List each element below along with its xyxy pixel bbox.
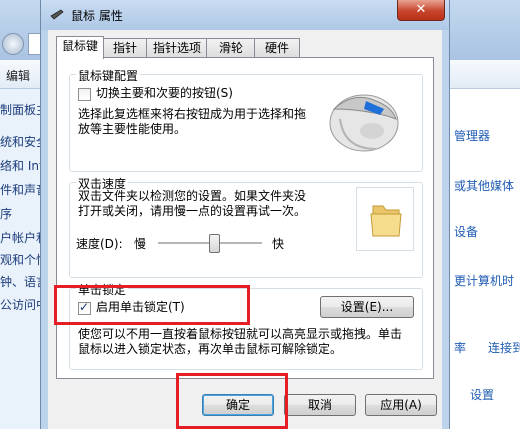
speed-label: 速度(D):: [76, 237, 123, 251]
mouse-icon: [50, 9, 64, 20]
sidebar: 制面板主 统和安全 络和 Inter 件和声音 序 户帐户和 观和个性 钟、语言…: [0, 89, 56, 429]
sidebar-item[interactable]: 序: [0, 205, 12, 222]
back-arrow-icon: [2, 33, 24, 55]
double-click-group: 双击速度 双击文件夹以检测您的设置。如果文件夹没打开或关闭，请用慢一点的设置再试…: [69, 175, 423, 278]
dialog-title: 鼠标 属性: [71, 9, 123, 23]
slider-thumb[interactable]: [209, 234, 220, 253]
link[interactable]: 或其他媒体: [454, 177, 514, 194]
click-lock-settings-button[interactable]: 设置(E)...: [320, 296, 414, 318]
dialog-client: 鼠标键 指针 指针选项 滑轮 硬件 鼠标键配置 切换主要和次要的按钮(S) 选择…: [48, 30, 442, 429]
swap-buttons-checkbox[interactable]: [78, 88, 91, 101]
link[interactable]: 设置: [470, 386, 494, 403]
tab-pointer-options[interactable]: 指针选项: [146, 38, 208, 58]
fast-label: 快: [272, 237, 285, 251]
link[interactable]: 率: [454, 339, 466, 356]
double-click-description: 双击文件夹以检测您的设置。如果文件夹没打开或关闭，请用慢一点的设置再试一次。: [78, 189, 307, 218]
group-title: 鼠标键配置: [76, 67, 141, 84]
test-folder-area[interactable]: [356, 187, 414, 251]
tab-panel: 鼠标键配置 切换主要和次要的按钮(S) 选择此复选框来将右按钮成为用于选择和拖放…: [56, 57, 434, 379]
button-config-group: 鼠标键配置 切换主要和次要的按钮(S) 选择此复选框来将右按钮成为用于选择和拖放…: [69, 67, 423, 172]
close-button[interactable]: ✕: [397, 0, 445, 21]
double-click-speed-slider[interactable]: [158, 233, 262, 253]
mouse-properties-dialog: 鼠标 属性 ✕ 鼠标键 指针 指针选项 滑轮 硬件 鼠标键配置 切换主要和次要的…: [40, 0, 450, 429]
close-icon: ✕: [415, 2, 427, 17]
cancel-button[interactable]: 取消: [284, 394, 356, 416]
highlight-ok-button: [176, 373, 288, 429]
tab-hardware[interactable]: 硬件: [254, 38, 300, 58]
dialog-titlebar[interactable]: 鼠标 属性 ✕: [41, 0, 449, 30]
link[interactable]: 管理器: [454, 127, 490, 144]
link[interactable]: 更计算机时: [454, 272, 514, 289]
tab-wheel[interactable]: 滑轮: [206, 38, 256, 58]
swap-buttons-description: 选择此复选框来将右按钮成为用于选择和拖放等主要性能使用。: [78, 107, 307, 136]
folder-icon: [370, 205, 402, 237]
back-button[interactable]: [0, 31, 28, 57]
apply-button[interactable]: 应用(A): [365, 394, 437, 416]
tab-pointers[interactable]: 指针: [102, 38, 148, 58]
mouse-illustration-icon: [329, 94, 399, 152]
highlight-click-lock: [54, 285, 250, 325]
slow-label: 慢: [134, 237, 147, 251]
swap-buttons-label[interactable]: 切换主要和次要的按钮(S): [96, 86, 233, 101]
tab-buttons[interactable]: 鼠标键: [56, 36, 104, 59]
menu-edit[interactable]: 编辑: [6, 67, 30, 84]
link[interactable]: 连接到: [488, 339, 520, 356]
window-header-right: [448, 0, 520, 60]
click-lock-description: 使您可以不用一直按着鼠标按钮就可以高亮显示或拖拽。单击鼠标以进入锁定状态，再次单…: [78, 327, 403, 356]
link[interactable]: 设备: [454, 223, 478, 240]
